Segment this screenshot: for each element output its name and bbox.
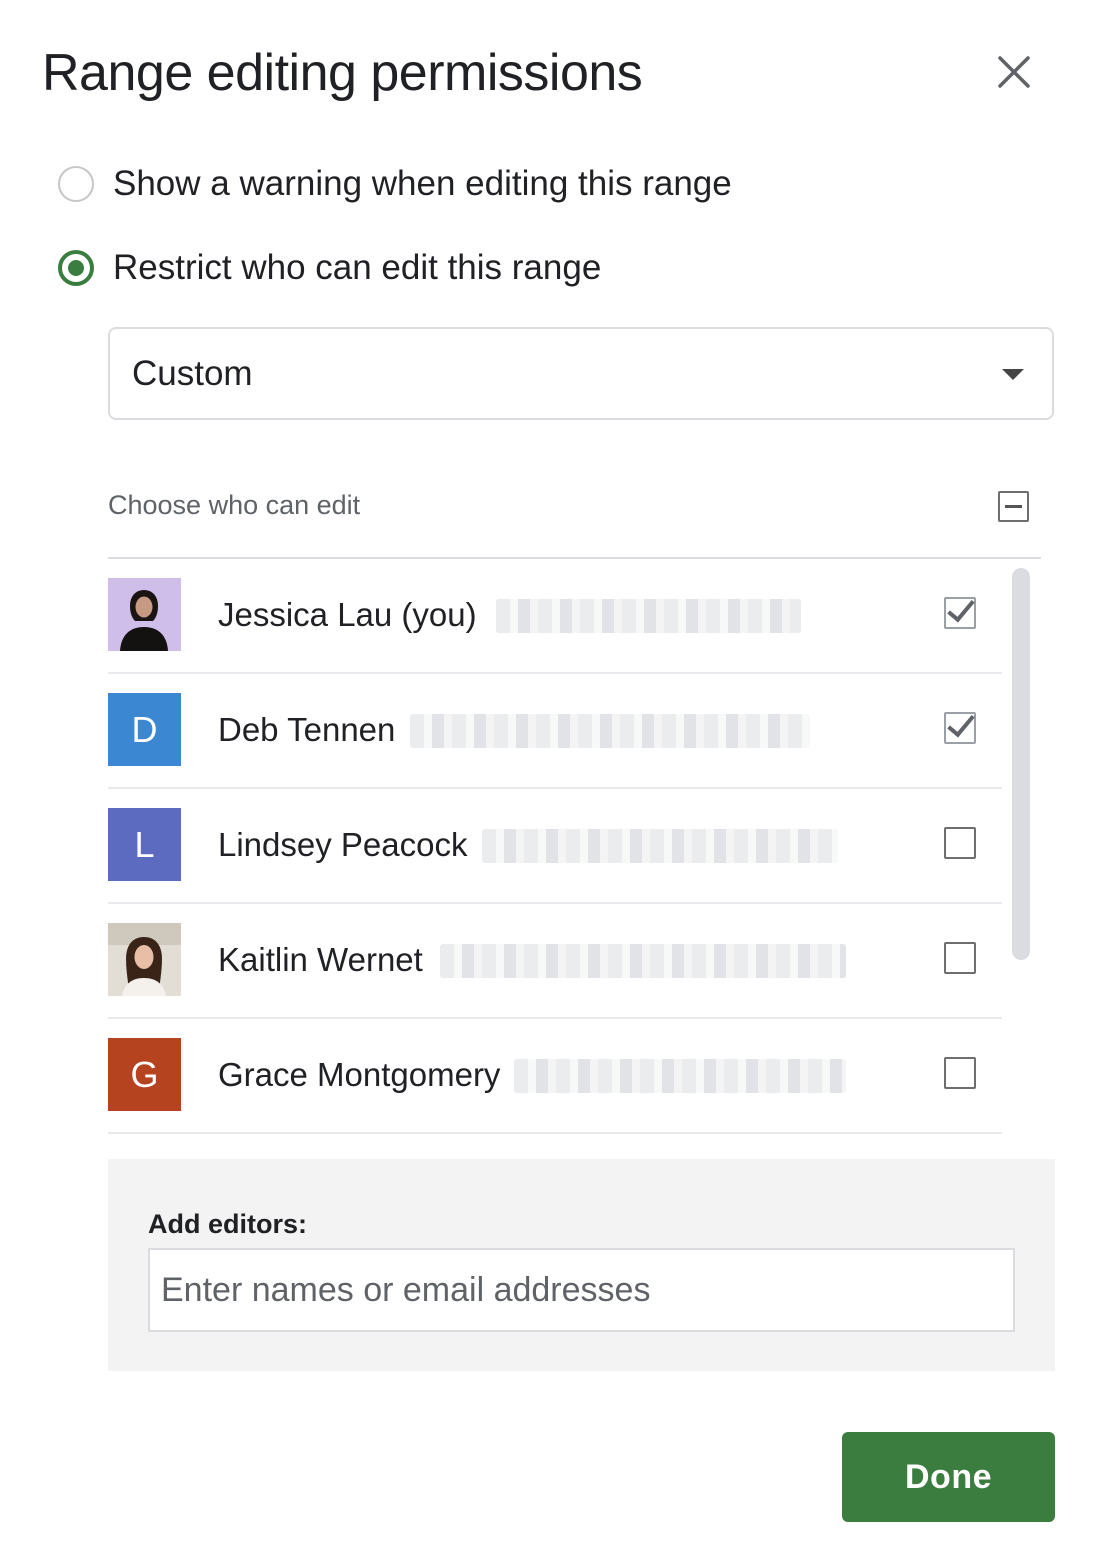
editor-checkbox[interactable] [944, 1057, 976, 1089]
avatar: G [108, 1038, 181, 1111]
dialog-title: Range editing permissions [42, 44, 643, 102]
avatar: D [108, 693, 181, 766]
close-button[interactable] [988, 46, 1040, 98]
option-show-warning[interactable]: Show a warning when editing this range [58, 164, 732, 204]
radio-restrict-editors[interactable] [58, 250, 94, 286]
redacted-email [410, 714, 810, 748]
editor-checkbox[interactable] [944, 597, 976, 629]
dropdown-value: Custom [132, 353, 253, 393]
option-restrict-editors[interactable]: Restrict who can edit this range [58, 248, 601, 288]
avatar [108, 923, 181, 996]
editor-name: Jessica Lau (you) [218, 596, 477, 633]
done-button[interactable]: Done [842, 1432, 1055, 1522]
arrow-drop-down-icon [1002, 369, 1024, 380]
person-photo-icon [108, 923, 181, 996]
redacted-email [440, 944, 846, 978]
redacted-email [482, 829, 838, 863]
editor-checkbox[interactable] [944, 942, 976, 974]
option-restrict-editors-label: Restrict who can edit this range [113, 248, 602, 287]
editor-name: Grace Montgomery [218, 1056, 501, 1093]
avatar [108, 578, 181, 651]
editor-checkbox[interactable] [944, 827, 976, 859]
choose-editors-label: Choose who can edit [108, 490, 361, 520]
redacted-email [514, 1059, 846, 1093]
editor-row: Kaitlin Wernet [108, 904, 1002, 1019]
add-editors-panel: Add editors: [108, 1159, 1055, 1371]
permission-dropdown[interactable]: Custom [108, 327, 1054, 420]
add-editors-input[interactable] [148, 1248, 1015, 1332]
editor-name: Deb Tennen [218, 711, 396, 748]
editor-row: D Deb Tennen [108, 674, 1002, 789]
avatar: L [108, 808, 181, 881]
editor-checkbox[interactable] [944, 712, 976, 744]
editor-row: Jessica Lau (you) [108, 559, 1002, 674]
add-editors-label: Add editors: [148, 1209, 307, 1239]
editor-row: G Grace Montgomery [108, 1019, 1002, 1134]
person-photo-icon [108, 578, 181, 651]
close-icon [998, 56, 1030, 88]
editor-name: Lindsey Peacock [218, 826, 468, 863]
editors-list: Jessica Lau (you) D Deb Tennen L Lindsey… [108, 559, 1002, 1134]
list-scrollbar[interactable] [1012, 568, 1030, 960]
radio-show-warning[interactable] [58, 166, 94, 202]
editor-name: Kaitlin Wernet [218, 941, 423, 978]
select-all-checkbox[interactable] [998, 491, 1029, 522]
redacted-email [496, 599, 801, 633]
option-show-warning-label: Show a warning when editing this range [113, 164, 732, 203]
editor-row: L Lindsey Peacock [108, 789, 1002, 904]
